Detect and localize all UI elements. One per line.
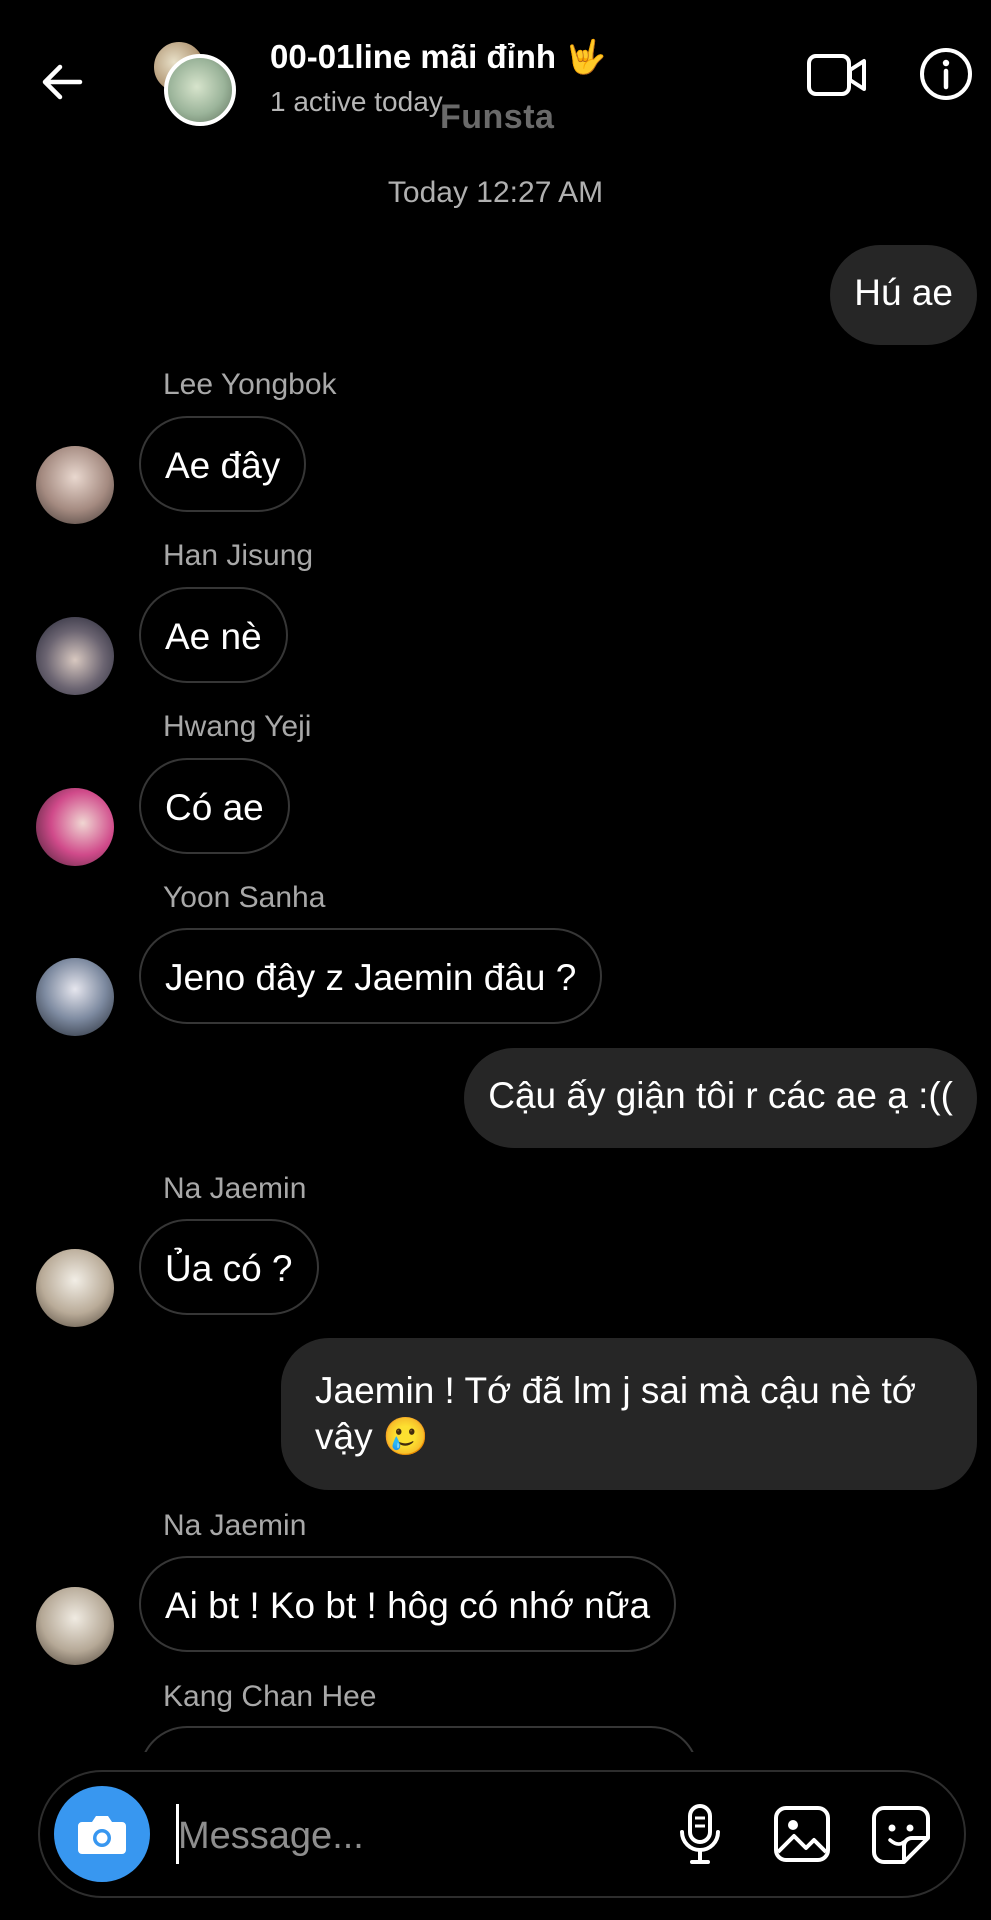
avatar[interactable] xyxy=(36,446,114,524)
incoming-message[interactable]: Ủa có ? xyxy=(139,1219,319,1315)
sticker-icon[interactable] xyxy=(870,1804,932,1866)
microphone-icon[interactable] xyxy=(670,1802,730,1866)
incoming-message[interactable]: Jeno đây z Jaemin đâu ? xyxy=(139,928,603,1024)
gallery-icon[interactable] xyxy=(772,1804,832,1864)
camera-icon xyxy=(78,1816,126,1854)
outgoing-message[interactable]: Hú ae xyxy=(830,245,977,345)
outgoing-message[interactable]: Jaemin ! Tớ đã lm j sai mà cậu nè tớ vậy… xyxy=(281,1338,977,1490)
incoming-message-partial xyxy=(139,1726,699,1752)
avatar[interactable] xyxy=(36,1587,114,1665)
incoming-message[interactable]: Ae đây xyxy=(139,416,307,512)
sender-name: Hwang Yeji xyxy=(163,710,312,743)
sender-name: Na Jaemin xyxy=(163,1172,307,1205)
avatar[interactable] xyxy=(36,1249,114,1327)
group-avatar-photo-2 xyxy=(164,54,236,126)
avatar[interactable] xyxy=(36,788,114,866)
back-arrow-icon[interactable] xyxy=(36,56,88,108)
sender-name: Yoon Sanha xyxy=(163,881,326,914)
incoming-message[interactable]: Ai bt ! Ko bt ! hôg có nhớ nữa xyxy=(139,1556,677,1652)
chat-title[interactable]: 00-01line mãi đỉnh 🤟 xyxy=(270,38,606,77)
sender-name: Han Jisung xyxy=(163,539,314,572)
camera-button[interactable] xyxy=(54,1786,150,1882)
video-call-icon[interactable] xyxy=(806,50,868,100)
message-input[interactable] xyxy=(176,1800,680,1872)
sender-name: Lee Yongbok xyxy=(163,368,337,401)
group-avatar[interactable] xyxy=(150,38,238,126)
avatar[interactable] xyxy=(36,617,114,695)
active-status: 1 active today xyxy=(270,86,443,117)
chat-header: 00-01line mãi đỉnh 🤟 1 active today Funs… xyxy=(0,0,991,165)
incoming-message[interactable]: Ae nè xyxy=(139,587,288,683)
info-icon[interactable] xyxy=(918,46,974,102)
sender-name: Na Jaemin xyxy=(163,1509,307,1542)
message-composer xyxy=(38,1770,966,1898)
incoming-message[interactable]: Có ae xyxy=(139,758,290,854)
outgoing-message[interactable]: Cậu ấy giận tôi r các ae ạ :(( xyxy=(464,1048,977,1148)
avatar[interactable] xyxy=(36,958,114,1036)
sender-name: Kang Chan Hee xyxy=(163,1680,377,1713)
text-caret xyxy=(176,1804,179,1864)
message-timestamp: Today 12:27 AM xyxy=(387,176,604,209)
watermark: Funsta xyxy=(440,98,555,136)
